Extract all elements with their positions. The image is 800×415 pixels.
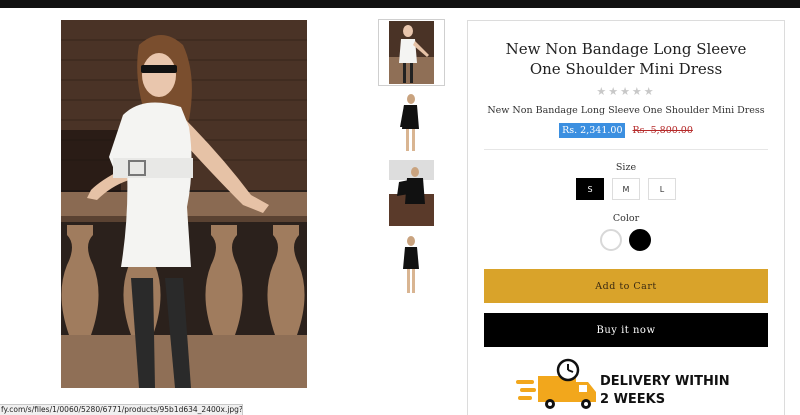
product-info-panel: New Non Bandage Long Sleeve One Shoulder… <box>467 20 785 415</box>
size-option-m[interactable]: M <box>612 178 640 200</box>
price-row: Rs. 2,341.00 Rs. 5,800.00 <box>468 123 784 138</box>
thumbnail-image <box>389 160 434 226</box>
rating-stars-icon[interactable]: ★★★★★ <box>468 85 784 98</box>
divider <box>484 149 768 150</box>
browser-top-bar <box>0 0 800 8</box>
main-product-image[interactable] <box>61 20 307 388</box>
thumbnail-black-dress-side[interactable] <box>389 231 434 297</box>
product-subtitle: New Non Bandage Long Sleeve One Shoulder… <box>487 105 765 116</box>
thumbnail-image <box>389 231 434 297</box>
color-swatch-white[interactable] <box>600 229 622 251</box>
add-to-cart-button[interactable]: Add to Cart <box>484 269 768 303</box>
delivery-text: DELIVERY WITHIN 2 WEEKS <box>600 373 730 409</box>
size-option-l[interactable]: L <box>648 178 676 200</box>
color-label: Color <box>612 213 640 224</box>
thumbnail-black-dress-front[interactable] <box>389 89 434 155</box>
thumbnail-black-dress-model[interactable] <box>389 160 434 226</box>
buy-it-now-button[interactable]: Buy it now <box>484 313 768 347</box>
delivery-line-2: 2 WEEKS <box>600 392 666 407</box>
browser-status-url: fy.com/s/files/1/0060/5280/6771/products… <box>0 404 243 415</box>
thumbnail-image <box>389 89 434 155</box>
size-option-s[interactable]: S <box>576 178 604 200</box>
color-swatch-black[interactable] <box>629 229 651 251</box>
delivery-line-1: DELIVERY WITHIN <box>600 374 730 389</box>
product-title: New Non Bandage Long Sleeve One Shoulder… <box>505 40 747 78</box>
size-label: Size <box>615 162 637 173</box>
delivery-truck-clock-icon <box>516 358 596 409</box>
thumbnail-image <box>389 21 434 84</box>
main-product-photo <box>61 20 307 388</box>
sale-price: Rs. 2,341.00 <box>559 123 626 138</box>
delivery-banner: DELIVERY WITHIN 2 WEEKS <box>516 358 756 415</box>
size-selector: S M L <box>576 178 678 200</box>
thumbnail-white-dress[interactable] <box>378 19 445 86</box>
compare-price: Rs. 5,800.00 <box>632 125 693 136</box>
